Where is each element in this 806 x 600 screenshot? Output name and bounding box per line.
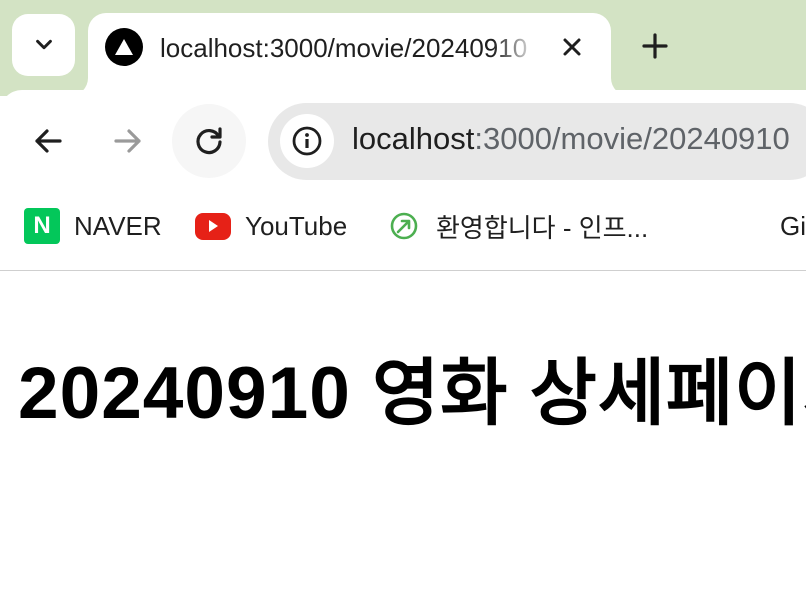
site-info-button[interactable] [280, 114, 334, 168]
page-content: 20240910 영화 상세페이지 [0, 272, 806, 600]
bookmark-label: NAVER [74, 210, 162, 241]
inflearn-icon [386, 208, 422, 244]
tab-strip: localhost:3000/movie/20240910 [0, 0, 806, 96]
bookmark-youtube[interactable]: YouTube [195, 208, 347, 244]
url-text[interactable]: localhost:3000/movie/20240910 [352, 121, 790, 157]
info-icon [292, 126, 322, 156]
tab-search-button[interactable] [12, 14, 75, 76]
bookmarks-bar: N NAVER YouTube 환영합니다 - 인프... Gi [0, 198, 806, 271]
chevron-down-icon [35, 39, 52, 50]
browser-toolbar: localhost:3000/movie/20240910 [0, 90, 806, 198]
tab-title: localhost:3000/movie/20240910 [160, 33, 528, 63]
url-host: localhost [352, 121, 475, 156]
vercel-favicon-icon [105, 28, 143, 66]
naver-icon: N [24, 208, 60, 244]
bookmark-naver[interactable]: N NAVER [24, 208, 162, 244]
reload-button[interactable] [172, 104, 246, 178]
url-path: :3000/movie/20240910 [474, 121, 790, 156]
bookmark-label: Gi [780, 210, 806, 241]
bookmark-git[interactable]: Gi [780, 208, 806, 244]
arrow-right-icon [114, 129, 141, 153]
bookmark-inflearn[interactable]: 환영합니다 - 인프... [386, 208, 648, 244]
bookmark-label: 환영합니다 - 인프... [436, 212, 649, 243]
arrow-left-icon [35, 129, 62, 153]
new-tab-button[interactable] [630, 22, 680, 70]
youtube-icon [195, 208, 231, 244]
naver-logo: N [24, 208, 60, 244]
back-button[interactable] [11, 104, 85, 178]
close-tab-button[interactable] [554, 29, 590, 65]
page-heading: 20240910 영화 상세페이지 [18, 353, 806, 434]
address-bar[interactable]: localhost:3000/movie/20240910 [268, 103, 806, 180]
reload-icon [196, 127, 222, 155]
bookmark-label: YouTube [245, 210, 348, 241]
close-icon [563, 38, 581, 56]
plus-icon [642, 33, 668, 59]
active-tab[interactable]: localhost:3000/movie/20240910 [88, 13, 611, 96]
forward-button[interactable] [91, 104, 165, 178]
